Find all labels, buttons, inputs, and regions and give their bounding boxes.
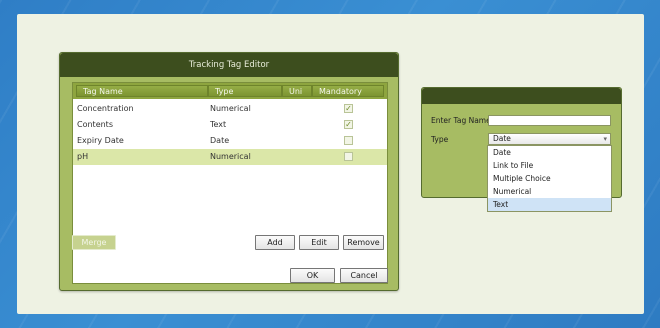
tag-table: Tag Name Type Uni Mandatory Concentratio…	[72, 82, 388, 284]
tracking-tag-editor-window: Tracking Tag Editor Tag Name Type Uni Ma…	[59, 52, 399, 291]
tag-name-cell: pH	[77, 152, 89, 161]
mandatory-checkbox[interactable]	[344, 136, 353, 145]
table-row[interactable]: Expiry Date Date	[73, 133, 387, 149]
tag-name-cell: Contents	[77, 120, 113, 129]
tag-type-cell: Numerical	[210, 104, 251, 113]
column-header-tag-name[interactable]: Tag Name	[76, 85, 208, 97]
window-title: Tracking Tag Editor	[60, 53, 398, 77]
merge-button[interactable]: Merge	[72, 235, 116, 250]
cancel-button[interactable]: Cancel	[340, 268, 388, 283]
column-header-mandatory[interactable]: Mandatory	[312, 85, 384, 97]
dialog-title-bar	[422, 88, 621, 104]
mandatory-checkbox[interactable]	[344, 152, 353, 161]
tag-type-cell: Numerical	[210, 152, 251, 161]
type-label: Type	[431, 135, 449, 144]
type-dropdown-list: Date Link to File Multiple Choice Numeri…	[487, 145, 612, 212]
tag-type-cell: Text	[210, 120, 227, 129]
tag-name-label: Enter Tag Name	[431, 116, 491, 125]
mandatory-checkbox[interactable]: ✓	[344, 120, 353, 129]
remove-button[interactable]: Remove	[343, 235, 384, 250]
table-row[interactable]: Concentration Numerical ✓	[73, 101, 387, 117]
chevron-down-icon: ▾	[603, 135, 607, 143]
column-header-type[interactable]: Type	[208, 85, 282, 97]
option-multiple-choice[interactable]: Multiple Choice	[488, 172, 611, 185]
table-header: Tag Name Type Uni Mandatory	[73, 83, 387, 99]
type-select[interactable]: Date ▾	[488, 133, 611, 145]
table-row-selected[interactable]: pH Numerical	[73, 149, 387, 165]
ok-button[interactable]: OK	[290, 268, 335, 283]
tag-name-input[interactable]	[488, 115, 611, 126]
option-text[interactable]: Text	[488, 198, 611, 211]
mandatory-checkbox[interactable]: ✓	[344, 104, 353, 113]
option-date[interactable]: Date	[488, 146, 611, 159]
table-row[interactable]: Contents Text ✓	[73, 117, 387, 133]
column-header-unit[interactable]: Uni	[282, 85, 312, 97]
type-select-value: Date	[493, 134, 511, 143]
tag-type-cell: Date	[210, 136, 230, 145]
add-button[interactable]: Add	[255, 235, 295, 250]
option-link-to-file[interactable]: Link to File	[488, 159, 611, 172]
option-numerical[interactable]: Numerical	[488, 185, 611, 198]
tag-name-cell: Expiry Date	[77, 136, 124, 145]
edit-button[interactable]: Edit	[299, 235, 339, 250]
tag-name-cell: Concentration	[77, 104, 134, 113]
